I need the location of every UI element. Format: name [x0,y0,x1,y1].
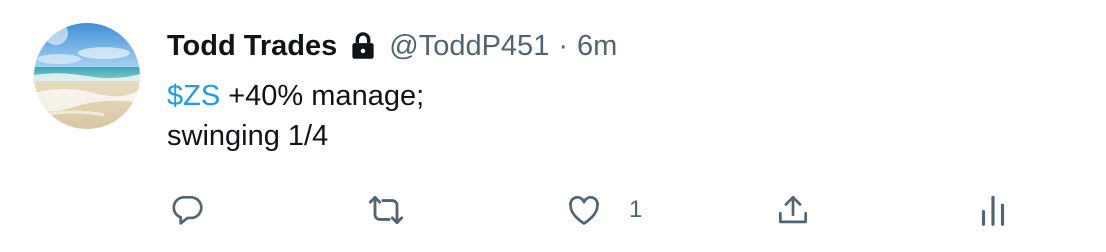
reply-button[interactable] [168,188,206,232]
display-name[interactable]: Todd Trades [167,30,337,63]
heart-icon [565,191,603,229]
reply-icon [168,191,206,229]
timestamp[interactable]: 6m [577,30,617,63]
avatar[interactable] [34,23,140,129]
analytics-icon [976,191,1010,229]
like-count: 1 [629,196,643,223]
tweet-header: Todd Trades @ToddP451 · 6m [167,26,617,66]
tweet-text-line-2: swinging 1/4 [167,120,329,152]
user-handle[interactable]: @ToddP451 [389,30,549,63]
action-bar: 1 [0,188,1106,232]
separator-dot: · [558,29,568,62]
tweet-text: $ZS +40% manage; swinging 1/4 [167,76,424,156]
share-button[interactable] [774,188,812,232]
tweet-text-line-1: $ZS +40% manage; [167,76,424,116]
analytics-button[interactable] [976,188,1010,232]
tweet-card[interactable]: Todd Trades @ToddP451 · 6m $ZS +40% mana… [0,0,1106,252]
share-icon [774,191,812,229]
retweet-button[interactable] [364,188,408,232]
lock-icon [346,29,380,63]
tweet-text-rest: +40% manage; [220,80,425,112]
cashtag-link[interactable]: $ZS [167,80,220,112]
retweet-icon [364,191,408,229]
avatar-beach-image [34,23,140,129]
like-button[interactable]: 1 [565,188,642,232]
